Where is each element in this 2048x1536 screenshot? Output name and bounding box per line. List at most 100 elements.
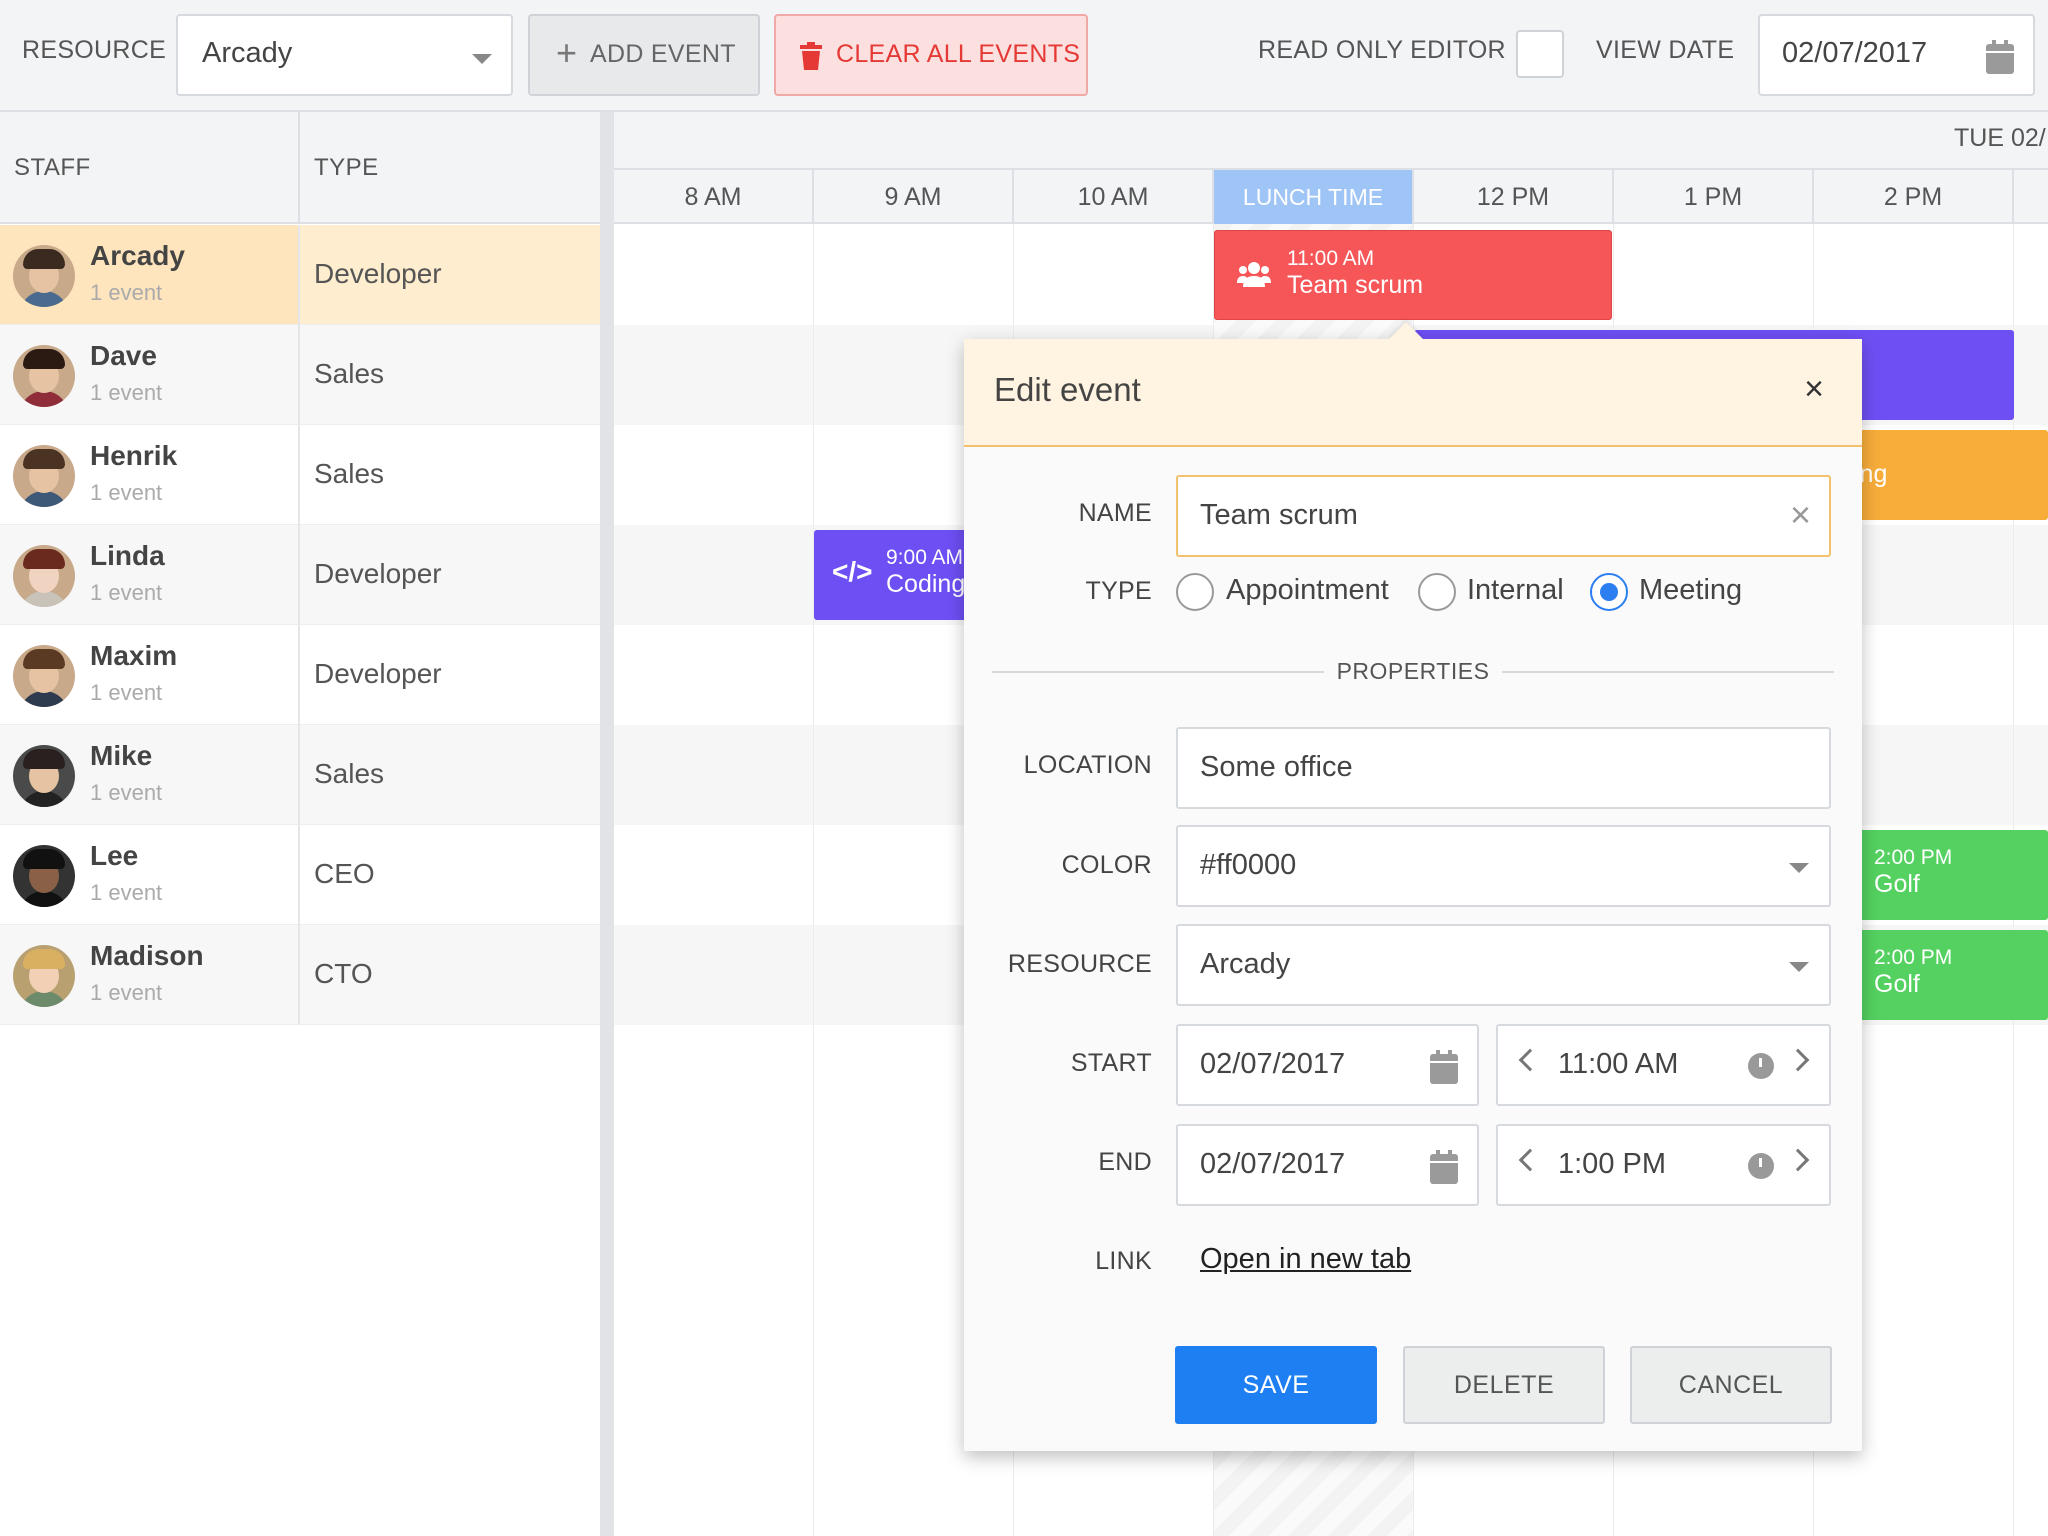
start-time-value: 11:00 AM [1558, 1048, 1679, 1080]
location-input[interactable]: Some office [1176, 727, 1831, 809]
view-date-value: 02/07/2017 [1782, 37, 1928, 69]
staff-name: Maxim [90, 640, 178, 671]
location-label: LOCATION [1023, 751, 1152, 779]
resource-select-value: Arcady [202, 37, 293, 69]
color-select[interactable]: #ff0000 [1176, 825, 1831, 907]
clear-all-events-button[interactable]: CLEAR ALL EVENTS [774, 14, 1088, 96]
location-input-value: Some office [1200, 751, 1353, 783]
staff-event-count: 1 event [90, 880, 163, 905]
trash-icon [800, 42, 822, 70]
chevron-left-icon[interactable] [1518, 1048, 1542, 1072]
type-column-header[interactable]: TYPE [314, 154, 379, 182]
view-date-input[interactable]: 02/07/2017 [1758, 14, 2035, 96]
staff-row[interactable]: Lee 1 event CEO [0, 825, 600, 925]
start-date-input[interactable]: 02/07/2017 [1176, 1024, 1479, 1106]
avatar [13, 345, 75, 407]
add-event-button[interactable]: + ADD EVENT [528, 14, 760, 96]
radio-internal[interactable] [1418, 573, 1456, 611]
read-only-checkbox[interactable] [1516, 30, 1564, 78]
calendar-icon[interactable] [1430, 1150, 1458, 1184]
staff-row[interactable]: Arcady 1 event Developer [0, 225, 600, 325]
staff-row[interactable]: Mike 1 event Sales [0, 725, 600, 825]
start-time-input[interactable]: 11:00 AM [1496, 1024, 1831, 1106]
staff-row[interactable]: Maxim 1 event Developer [0, 625, 600, 725]
staff-row[interactable]: Dave 1 event Sales [0, 325, 600, 425]
clock-icon[interactable] [1748, 1153, 1774, 1179]
event-name: Team scrum [1287, 271, 1424, 299]
resource-grid-header: STAFF TYPE [0, 112, 600, 224]
radio-appointment[interactable] [1176, 573, 1214, 611]
staff-type: Sales [314, 758, 385, 789]
staff-type: Developer [314, 258, 442, 289]
grid-splitter[interactable] [600, 112, 614, 1536]
scheduler-app: RESOURCE Arcady + ADD EVENT CLEAR ALL EV… [0, 0, 2048, 1536]
end-date-input[interactable]: 02/07/2017 [1176, 1124, 1479, 1206]
resource-field-select[interactable]: Arcady [1176, 924, 1831, 1006]
staff-row[interactable]: Henrik 1 event Sales [0, 425, 600, 525]
end-time-input[interactable]: 1:00 PM [1496, 1124, 1831, 1206]
staff-event-count: 1 event [90, 580, 163, 605]
calendar-icon[interactable] [1430, 1050, 1458, 1084]
time-header: 1 PM [1614, 170, 1814, 224]
staff-event-count: 1 event [90, 380, 163, 405]
chevron-right-icon[interactable] [1786, 1048, 1810, 1072]
event-name: Coding [886, 570, 966, 598]
time-header: 2 PM [1814, 170, 2014, 224]
delete-button[interactable]: DELETE [1403, 1346, 1605, 1424]
clear-icon[interactable]: × [1790, 495, 1811, 535]
save-button[interactable]: SAVE [1175, 1346, 1377, 1424]
staff-event-count: 1 event [90, 780, 163, 805]
staff-column-header[interactable]: STAFF [14, 154, 91, 182]
end-time-value: 1:00 PM [1558, 1148, 1666, 1180]
staff-name: Mike [90, 740, 153, 771]
name-input[interactable]: Team scrum × [1176, 475, 1831, 557]
staff-row[interactable]: Madison 1 event CTO [0, 925, 600, 1025]
staff-event-count: 1 event [90, 980, 163, 1005]
avatar [13, 445, 75, 507]
clock-icon[interactable] [1748, 1053, 1774, 1079]
staff-type-cell: Sales [298, 425, 600, 524]
radio-internal-label[interactable]: Internal [1467, 574, 1564, 607]
chevron-down-icon [472, 54, 492, 64]
resource-field-value: Arcady [1200, 948, 1291, 980]
chevron-right-icon[interactable] [1786, 1148, 1810, 1172]
radio-meeting[interactable] [1590, 573, 1628, 611]
link-label: LINK [1095, 1247, 1152, 1275]
type-label: TYPE [1085, 577, 1152, 605]
resource-select[interactable]: Arcady [176, 14, 513, 96]
plus-icon: + [556, 32, 578, 73]
staff-type: Developer [314, 658, 442, 689]
time-header: 10 AM [1014, 170, 1214, 224]
color-select-value: #ff0000 [1200, 849, 1297, 881]
start-label: START [1070, 1049, 1152, 1077]
time-header: 12 PM [1414, 170, 1614, 224]
staff-event-count: 1 event [90, 280, 163, 305]
event-time: 9:00 AM [886, 546, 964, 569]
time-header: 8 AM [614, 170, 814, 224]
name-input-value: Team scrum [1200, 499, 1358, 531]
close-icon[interactable]: × [1794, 369, 1834, 409]
chevron-left-icon[interactable] [1518, 1148, 1542, 1172]
resource-grid: STAFF TYPE Arcady 1 event Developer Dave… [0, 112, 600, 1536]
radio-meeting-label[interactable]: Meeting [1639, 574, 1742, 607]
avatar [13, 645, 75, 707]
open-in-new-tab-link[interactable]: Open in new tab [1200, 1243, 1411, 1276]
staff-row[interactable]: Linda 1 event Developer [0, 525, 600, 625]
staff-type-cell: Developer [298, 625, 600, 724]
radio-appointment-label[interactable]: Appointment [1226, 574, 1389, 607]
view-date-label: VIEW DATE [1596, 36, 1735, 64]
time-axis: 8 AM 9 AM 10 AM LUNCH TIME 12 PM 1 PM 2 … [614, 168, 2048, 224]
resource-field-label: RESOURCE [1007, 950, 1152, 978]
divider [1502, 671, 1834, 673]
calendar-icon[interactable] [1986, 40, 2014, 74]
event-name: Golf [1874, 870, 1920, 898]
dialog-title: Edit event [994, 371, 1141, 408]
avatar [13, 245, 75, 307]
users-icon [1237, 262, 1271, 287]
event-team-scrum[interactable]: 11:00 AM Team scrum [1214, 230, 1612, 320]
staff-event-count: 1 event [90, 680, 163, 705]
staff-name: Arcady [90, 240, 185, 271]
cancel-button[interactable]: CANCEL [1630, 1346, 1832, 1424]
avatar [13, 945, 75, 1007]
column-divider [298, 225, 300, 1025]
